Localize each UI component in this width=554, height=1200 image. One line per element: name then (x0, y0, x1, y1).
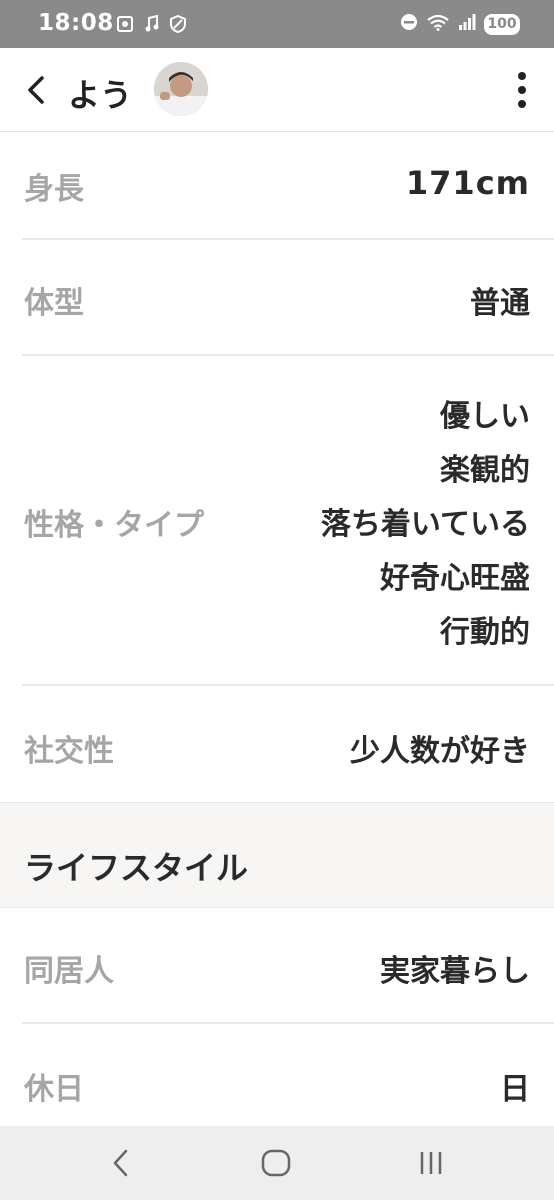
housemate-row: 同居人 実家暮らし (22, 908, 554, 1024)
personality-row: 性格・タイプ 優しい 楽観的 落ち着いている 好奇心旺盛 行動的 (22, 356, 554, 686)
personality-value: 好奇心旺盛 (380, 561, 530, 596)
sociability-label: 社交性 (24, 734, 114, 769)
section-title: ライフスタイル (24, 849, 249, 887)
more-vertical-icon (518, 72, 526, 108)
personality-value: 行動的 (440, 615, 530, 650)
home-nav-icon (261, 1149, 291, 1177)
nav-recents-button[interactable] (414, 1146, 450, 1180)
body-type-label: 体型 (24, 286, 84, 321)
dnd-icon (400, 13, 418, 35)
holiday-row: 休日 日 (22, 1024, 554, 1126)
profile-header: よう (0, 48, 554, 132)
personality-value: 優しい (440, 399, 530, 434)
shield-icon (170, 14, 186, 37)
screenshot-icon (116, 15, 134, 37)
sociability-row: 社交性 少人数が好き (22, 686, 554, 802)
profile-name: よう (68, 76, 133, 114)
chevron-left-icon (28, 76, 44, 104)
height-label: 身長 (24, 172, 84, 207)
height-row: 身長 171cm (22, 132, 554, 240)
lifestyle-section-header: ライフスタイル (0, 802, 554, 908)
music-icon (144, 14, 160, 37)
housemate-value: 実家暮らし (380, 954, 530, 989)
personality-value: 落ち着いている (320, 507, 530, 542)
battery-icon: 100 (484, 13, 520, 35)
personality-values: 優しい 楽観的 落ち着いている 好奇心旺盛 行動的 (321, 390, 530, 660)
signal-icon (458, 13, 476, 35)
body-type-value: 普通 (470, 286, 530, 321)
avatar[interactable] (154, 62, 208, 116)
status-left-icons (116, 14, 186, 37)
nav-back-button[interactable] (104, 1146, 140, 1180)
wifi-icon (426, 13, 450, 35)
more-options-button[interactable] (516, 70, 528, 110)
holiday-value: 日 (500, 1072, 530, 1107)
sociability-value: 少人数が好き (350, 734, 530, 769)
housemate-label: 同居人 (24, 954, 114, 989)
height-value: 171cm (405, 164, 530, 202)
back-nav-icon (113, 1149, 128, 1177)
status-time: 18:08 (38, 10, 114, 36)
system-nav-bar (0, 1126, 554, 1200)
back-button[interactable] (22, 72, 52, 108)
personality-value: 楽観的 (440, 453, 530, 488)
recents-nav-icon (420, 1152, 442, 1174)
status-right-icons: 100 (400, 13, 520, 35)
holiday-label: 休日 (24, 1072, 84, 1107)
status-bar: 18:08 100 (0, 0, 554, 48)
nav-home-button[interactable] (258, 1146, 294, 1180)
body-type-row: 体型 普通 (22, 240, 554, 356)
personality-label: 性格・タイプ (24, 508, 204, 543)
